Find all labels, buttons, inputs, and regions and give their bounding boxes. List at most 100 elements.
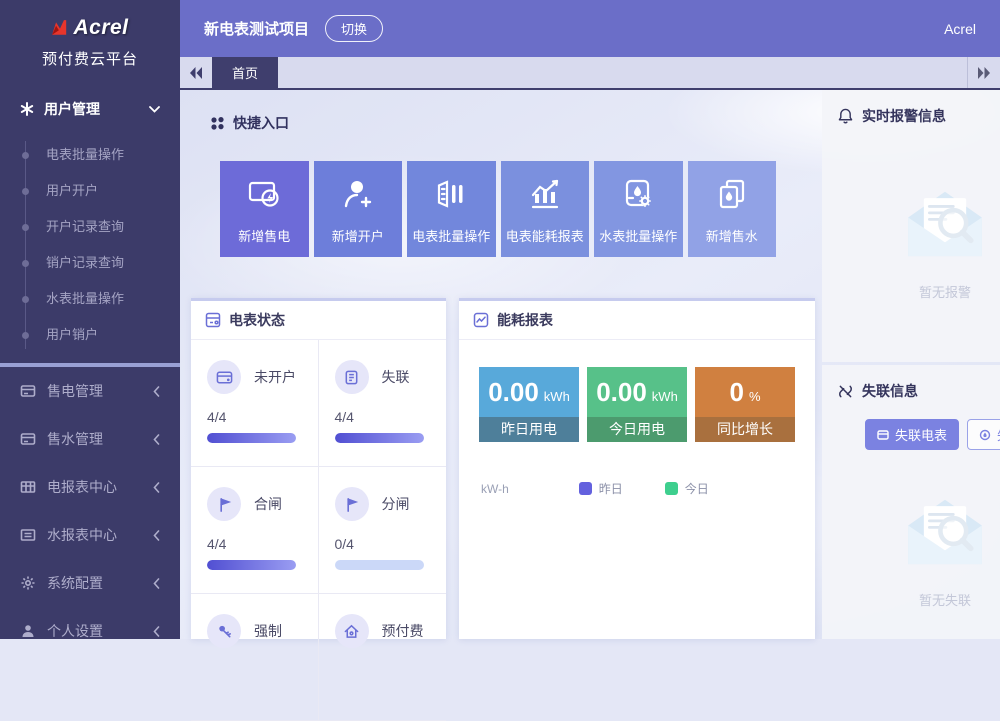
legend-swatch xyxy=(665,482,678,495)
offline-water-meter-button[interactable]: 失联水表 xyxy=(967,419,1000,450)
tab-bar: 首页 xyxy=(180,57,1000,90)
status-cell-prepaid: 预付费 xyxy=(319,594,447,721)
sidebar-item-meter-batch[interactable]: 电表批量操作 xyxy=(0,137,180,173)
status-cell-switch-open: 分闸 0/4 xyxy=(319,467,447,594)
offline-empty-text: 暂无失联 xyxy=(919,590,971,609)
dashboard-panels: 电表状态 未开户 4/4 xyxy=(191,298,815,639)
status-cell-forced: 强制 xyxy=(191,594,319,721)
status-cell-offline: 失联 4/4 xyxy=(319,340,447,467)
meter-small-icon xyxy=(877,429,889,441)
axis-unit-label: kW-h xyxy=(481,482,509,496)
energy-chart-icon xyxy=(527,176,563,212)
stat-unit: kWh xyxy=(652,389,678,404)
home-icon xyxy=(335,614,369,648)
tabs-scroll-right-button[interactable] xyxy=(967,57,1000,88)
right-panel: 实时报警信息 暂无报警 失联信息 失联电表 xyxy=(822,90,1000,639)
card-icon xyxy=(20,431,36,447)
offline-info-header: 失联信息 xyxy=(838,381,1000,401)
quick-button-new-electric-sale[interactable]: 新增售电 xyxy=(220,161,309,257)
progress-bar xyxy=(207,433,296,443)
empty-envelope-illustration xyxy=(899,492,991,570)
energy-report-header: 能耗报表 xyxy=(459,301,815,340)
progress-bar xyxy=(335,433,425,443)
quick-button-meter-batch[interactable]: 电表批量操作 xyxy=(407,161,496,257)
electric-meter-icon xyxy=(433,176,469,212)
sell-water-icon xyxy=(714,176,750,212)
stat-label: 昨日用电 xyxy=(479,417,579,442)
stat-label: 今日用电 xyxy=(587,417,687,442)
realtime-alarm-title: 实时报警信息 xyxy=(862,106,946,126)
tabs-scroll-left-button[interactable] xyxy=(180,57,212,88)
table-icon xyxy=(20,479,36,495)
offline-info-section: 失联信息 失联电表 失联水表 暂无失联 xyxy=(822,365,1000,639)
sidebar-divider xyxy=(0,363,180,367)
quick-button-energy-report[interactable]: 电表能耗报表 xyxy=(501,161,590,257)
quick-entry-icon xyxy=(210,116,225,131)
meter-status-header: 电表状态 xyxy=(191,301,446,340)
energy-report-panel: 能耗报表 0.00 kWh 昨日用电 0.00 kWh xyxy=(459,298,815,639)
stat-card-today: 0.00 kWh 今日用电 xyxy=(587,367,687,442)
water-meter-small-icon xyxy=(979,429,991,441)
asterisk-icon xyxy=(20,102,34,116)
stat-unit: % xyxy=(749,389,761,404)
quick-button-new-account[interactable]: 新增开户 xyxy=(314,161,403,257)
progress-bar xyxy=(207,560,296,570)
sidebar-item-electric-sale[interactable]: 售电管理 xyxy=(0,367,180,415)
empty-envelope-illustration xyxy=(899,184,991,262)
sell-electric-icon xyxy=(246,176,282,212)
offline-electric-meter-button[interactable]: 失联电表 xyxy=(865,419,959,450)
meter-status-panel: 电表状态 未开户 4/4 xyxy=(191,298,446,639)
sidebar-item-close-account[interactable]: 用户销户 xyxy=(0,317,180,353)
sidebar-item-water-sale[interactable]: 售水管理 xyxy=(0,415,180,463)
status-cell-switch-closed: 合闸 4/4 xyxy=(191,467,319,594)
gear-icon xyxy=(20,575,36,591)
quick-entry-buttons: 新增售电 新增开户 电表批量操作 电表能耗报表 xyxy=(220,161,776,257)
status-count: 0/4 xyxy=(335,536,433,552)
card-meter-icon xyxy=(207,360,241,394)
quick-entry-header: 快捷入口 xyxy=(210,113,815,133)
sidebar-item-user-management[interactable]: 用户管理 xyxy=(0,87,180,131)
offline-filter-buttons: 失联电表 失联水表 xyxy=(865,419,1000,450)
stat-unit: kWh xyxy=(544,389,570,404)
stat-card-growth: 0 % 同比增长 xyxy=(695,367,795,442)
chevron-left-icon xyxy=(153,482,160,493)
stat-label: 同比增长 xyxy=(695,417,795,442)
progress-bar xyxy=(335,560,425,570)
add-user-icon xyxy=(340,176,376,212)
quick-entry-title: 快捷入口 xyxy=(233,113,289,133)
project-name: 新电表测试项目 xyxy=(204,18,309,39)
chart-icon xyxy=(473,312,489,328)
switch-project-button[interactable]: 切换 xyxy=(325,15,383,42)
logo-text: Acrel xyxy=(73,16,128,40)
sidebar-item-close-record[interactable]: 销户记录查询 xyxy=(0,245,180,281)
sidebar-item-system-config[interactable]: 系统配置 xyxy=(0,559,180,607)
meter-icon xyxy=(205,312,221,328)
sidebar-item-water-report-center[interactable]: 水报表中心 xyxy=(0,511,180,559)
legend-today[interactable]: 今日 xyxy=(665,480,709,497)
status-count: 4/4 xyxy=(207,536,304,552)
platform-subtitle: 预付费云平台 xyxy=(0,48,180,69)
sidebar-item-open-account[interactable]: 用户开户 xyxy=(0,173,180,209)
energy-chart-meta: kW-h 昨日 今日 xyxy=(481,480,795,497)
sidebar-item-open-record[interactable]: 开户记录查询 xyxy=(0,209,180,245)
acrel-logo-icon xyxy=(51,19,69,37)
sidebar-item-electric-report-center[interactable]: 电报表中心 xyxy=(0,463,180,511)
status-count: 4/4 xyxy=(335,409,433,425)
energy-stat-cards: 0.00 kWh 昨日用电 0.00 kWh 今日用电 xyxy=(479,367,795,442)
realtime-alarm-section: 实时报警信息 暂无报警 xyxy=(822,90,1000,362)
alarm-empty-state: 暂无报警 xyxy=(838,184,1000,301)
offline-meter-icon xyxy=(335,360,369,394)
legend-yesterday[interactable]: 昨日 xyxy=(579,480,623,497)
status-count: 4/4 xyxy=(207,409,304,425)
stat-value: 0.00 xyxy=(488,377,539,408)
quick-button-water-batch[interactable]: 水表批量操作 xyxy=(594,161,683,257)
sidebar-item-personal-settings[interactable]: 个人设置 xyxy=(0,607,180,655)
sidebar-item-water-batch[interactable]: 水表批量操作 xyxy=(0,281,180,317)
chevron-left-icon xyxy=(153,530,160,541)
tab-home[interactable]: 首页 xyxy=(212,57,278,88)
user-name[interactable]: Acrel xyxy=(944,21,976,37)
key-icon xyxy=(207,614,241,648)
quick-button-new-water-sale[interactable]: 新增售水 xyxy=(688,161,777,257)
top-header: 新电表测试项目 切换 Acrel xyxy=(180,0,1000,57)
realtime-alarm-header: 实时报警信息 xyxy=(838,106,1000,126)
